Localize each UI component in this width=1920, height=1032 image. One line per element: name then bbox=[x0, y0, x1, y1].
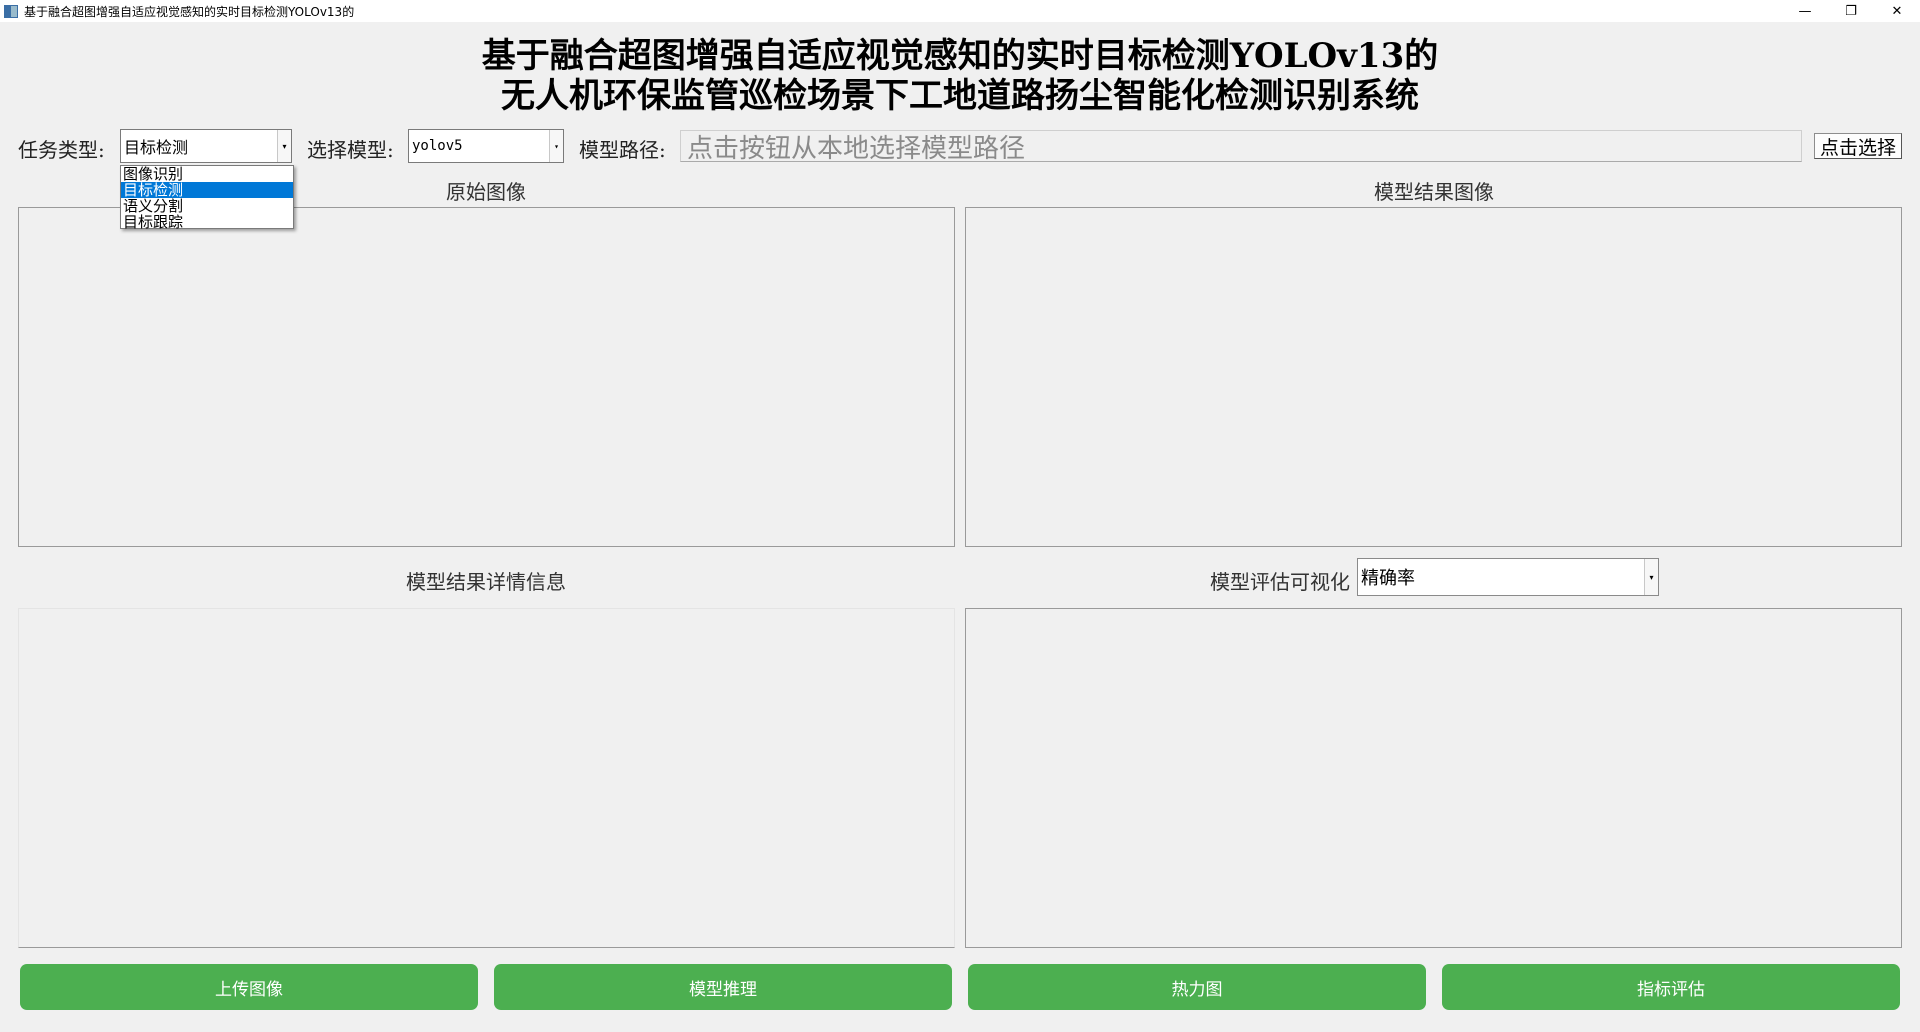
model-path-placeholder: 点击按钮从本地选择模型路径 bbox=[687, 133, 1026, 162]
chevron-down-icon[interactable]: ▾ bbox=[1644, 559, 1658, 595]
result-image-panel bbox=[965, 207, 1902, 547]
dropdown-option-selected[interactable]: 目标检测 bbox=[121, 182, 293, 198]
restore-button[interactable]: ❐ bbox=[1828, 0, 1874, 22]
result-details-label: 模型结果详情信息 bbox=[406, 570, 566, 594]
metrics-evaluation-button[interactable]: 指标评估 bbox=[1442, 964, 1900, 1010]
model-select-value: yolov5 bbox=[412, 138, 463, 154]
task-type-select[interactable]: 目标检测 ▾ bbox=[120, 129, 292, 163]
model-select-label: 选择模型: bbox=[307, 138, 394, 162]
window-controls: — ❐ ✕ bbox=[1782, 0, 1920, 22]
close-button[interactable]: ✕ bbox=[1874, 0, 1920, 22]
model-inference-button[interactable]: 模型推理 bbox=[494, 964, 952, 1010]
chevron-down-icon[interactable]: ▾ bbox=[277, 130, 291, 162]
upload-image-button[interactable]: 上传图像 bbox=[20, 964, 478, 1010]
original-image-panel bbox=[18, 207, 955, 547]
result-image-label: 模型结果图像 bbox=[1374, 180, 1494, 204]
eval-metric-select[interactable]: 精确率 ▾ bbox=[1357, 558, 1659, 596]
app-icon bbox=[4, 4, 18, 18]
task-type-value: 目标检测 bbox=[124, 138, 189, 157]
page-title-line1: 基于融合超图增强自适应视觉感知的实时目标检测YOLOv13的 bbox=[481, 36, 1439, 76]
dropdown-option[interactable]: 语义分割 bbox=[121, 198, 293, 214]
dropdown-option[interactable]: 目标跟踪 bbox=[121, 214, 293, 230]
model-path-label: 模型路径: bbox=[579, 138, 666, 162]
model-path-input[interactable]: 点击按钮从本地选择模型路径 bbox=[680, 130, 1802, 162]
window-titlebar: 基于融合超图增强自适应视觉感知的实时目标检测YOLOv13的 — ❐ ✕ bbox=[0, 0, 1920, 22]
task-type-label: 任务类型: bbox=[18, 138, 105, 162]
eval-visualization-panel bbox=[965, 608, 1902, 948]
minimize-button[interactable]: — bbox=[1782, 0, 1828, 22]
dropdown-option[interactable]: 图像识别 bbox=[121, 166, 293, 182]
page-title: 基于融合超图增强自适应视觉感知的实时目标检测YOLOv13的 无人机环保监管巡检… bbox=[0, 36, 1920, 116]
window-title: 基于融合超图增强自适应视觉感知的实时目标检测YOLOv13的 bbox=[24, 4, 355, 19]
eval-metric-value: 精确率 bbox=[1361, 568, 1415, 589]
choose-model-button[interactable]: 点击选择 bbox=[1814, 133, 1902, 159]
heatmap-button[interactable]: 热力图 bbox=[968, 964, 1426, 1010]
eval-visualization-label: 模型评估可视化 bbox=[1210, 570, 1350, 594]
model-select[interactable]: yolov5 ▾ bbox=[408, 129, 564, 163]
task-type-dropdown: 图像识别 目标检测 语义分割 目标跟踪 bbox=[120, 165, 294, 230]
page-title-line2: 无人机环保监管巡检场景下工地道路扬尘智能化检测识别系统 bbox=[501, 76, 1419, 116]
chevron-down-icon[interactable]: ▾ bbox=[549, 130, 563, 162]
result-details-panel bbox=[18, 608, 955, 948]
